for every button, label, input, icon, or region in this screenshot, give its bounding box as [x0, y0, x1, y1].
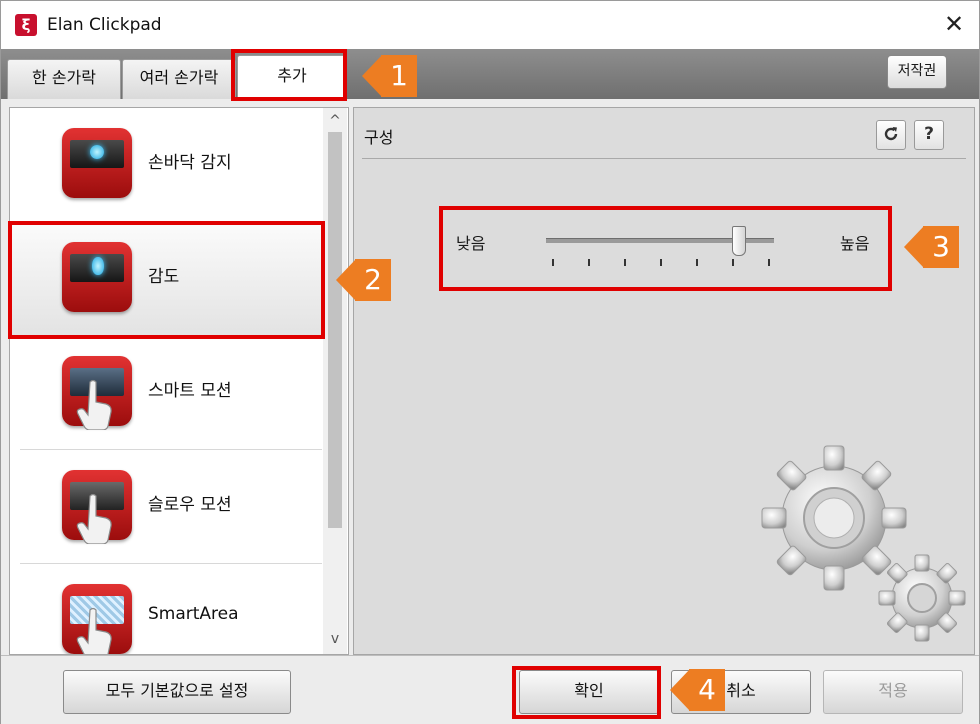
window-title: Elan Clickpad — [47, 15, 162, 35]
scroll-up-icon[interactable]: ^ — [323, 110, 347, 132]
slider-tick — [660, 259, 662, 266]
feature-item-palm-detection[interactable]: 손바닥 감지 — [10, 108, 322, 222]
feature-list-scrollbar[interactable]: ^ v — [323, 108, 347, 654]
settings-gears-icon — [761, 445, 966, 642]
slider-tick — [696, 259, 698, 266]
feature-label: 손바닥 감지 — [148, 153, 232, 173]
feature-list: 손바닥 감지 감도 스마트 모션 슬로우 모션 SmartArea ^ v — [9, 107, 349, 655]
apply-button[interactable]: 적용 — [823, 670, 963, 714]
copyright-button[interactable]: 저작권 — [887, 55, 947, 89]
slider-low-label: 낮음 — [456, 234, 486, 253]
slider-tick — [768, 259, 770, 266]
slider-high-label: 높음 — [840, 234, 870, 253]
button-bar: 모두 기본값으로 설정 확인 취소 적용 — [1, 655, 979, 724]
tab-one-finger[interactable]: 한 손가락 — [7, 59, 121, 100]
slider-tick — [732, 259, 734, 266]
feature-item-smartarea[interactable]: SmartArea — [10, 564, 322, 654]
scroll-down-icon[interactable]: v — [323, 628, 347, 650]
feature-label: SmartArea — [148, 604, 239, 624]
ok-button[interactable]: 확인 — [519, 670, 659, 714]
slider-tick — [552, 259, 554, 266]
feature-item-slow-motion[interactable]: 슬로우 모션 — [10, 450, 322, 564]
reset-defaults-button[interactable]: 모두 기본값으로 설정 — [63, 670, 291, 714]
feature-item-smart-motion[interactable]: 스마트 모션 — [10, 336, 322, 450]
slider-tick — [624, 259, 626, 266]
smartarea-icon — [62, 584, 132, 654]
feature-label: 감도 — [148, 267, 180, 287]
cancel-button[interactable]: 취소 — [671, 670, 811, 714]
sensitivity-slider-thumb[interactable] — [731, 226, 746, 256]
title-bar: ξ Elan Clickpad ✕ — [1, 1, 979, 49]
feature-item-sensitivity[interactable]: 감도 — [10, 222, 322, 336]
slider-tick — [588, 259, 590, 266]
tab-additional[interactable]: 추가 — [237, 55, 347, 100]
refresh-button[interactable] — [876, 120, 906, 150]
elan-logo-icon: ξ — [15, 14, 37, 36]
content-area: 손바닥 감지 감도 스마트 모션 슬로우 모션 SmartArea ^ v 구성… — [1, 99, 979, 655]
close-button[interactable]: ✕ — [939, 9, 969, 39]
scroll-thumb[interactable] — [328, 132, 342, 528]
refresh-icon — [884, 127, 898, 141]
config-title: 구성 — [364, 128, 394, 147]
tab-multi-finger[interactable]: 여러 손가락 — [122, 59, 236, 100]
slow-motion-icon — [62, 470, 132, 544]
smart-motion-icon — [62, 356, 132, 430]
tab-strip: 한 손가락 여러 손가락 추가 저작권 — [1, 49, 979, 100]
help-button[interactable]: ? — [914, 120, 944, 150]
config-panel: 구성 ? 낮음 높음 — [353, 107, 975, 655]
elan-clickpad-window: ξ Elan Clickpad ✕ 한 손가락 여러 손가락 추가 저작권 손바… — [0, 0, 980, 724]
palm-detection-icon — [62, 128, 132, 198]
config-divider — [362, 158, 966, 159]
sensitivity-icon — [62, 242, 132, 312]
feature-label: 슬로우 모션 — [148, 495, 232, 515]
feature-label: 스마트 모션 — [148, 381, 232, 401]
